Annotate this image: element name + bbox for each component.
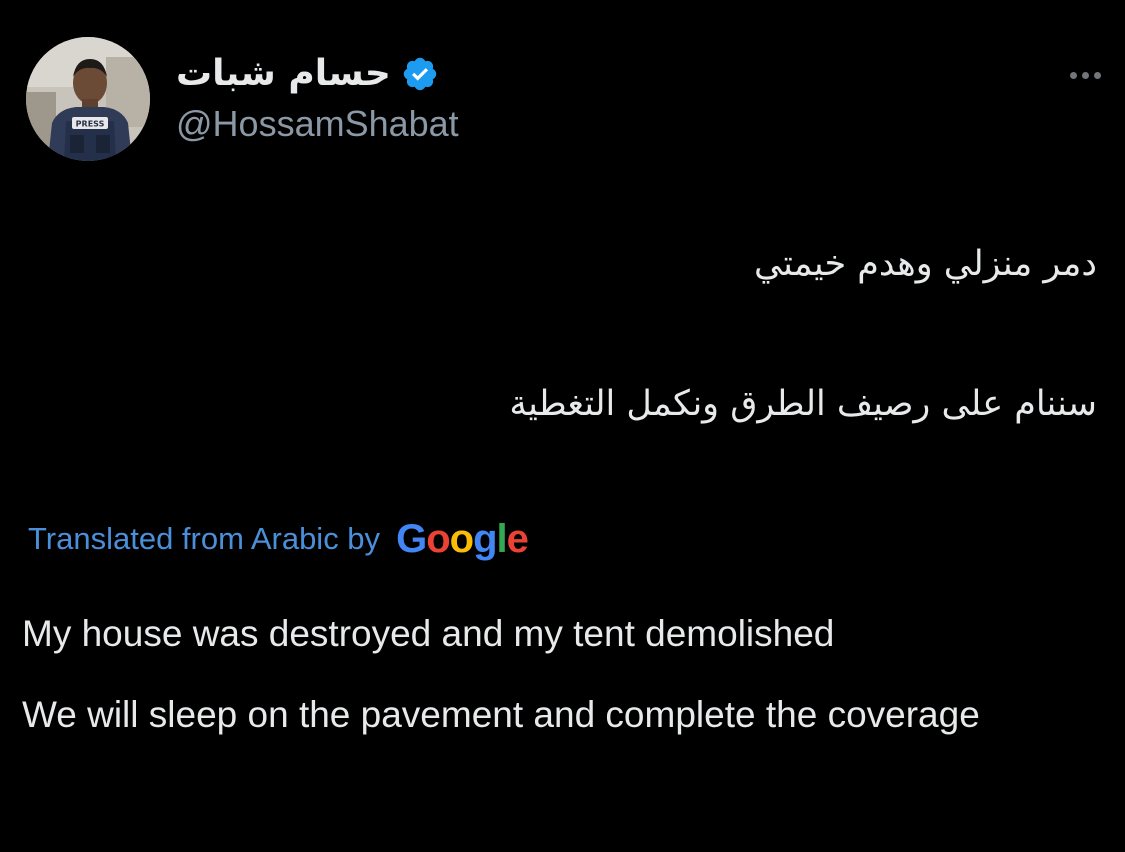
more-options-icon[interactable]	[1070, 62, 1120, 88]
translation-attribution[interactable]: Translated from Arabic by Google	[28, 514, 529, 564]
more-dot	[1082, 71, 1089, 79]
author-display-name[interactable]: حسام شبات	[176, 56, 391, 92]
translation-label[interactable]: Translated from Arabic by	[28, 521, 380, 557]
avatar-press-text: PRESS	[76, 120, 105, 129]
google-logo-letter: e	[506, 516, 529, 561]
more-dot	[1070, 71, 1077, 79]
tweet-original-line-2: سننام على رصيف الطرق ونكمل التغطية	[509, 384, 1097, 424]
google-logo-letter: G	[396, 516, 427, 561]
tweet-original-line-1: دمر منزلي وهدم خيمتي	[753, 244, 1097, 284]
verified-badge-icon	[401, 55, 439, 93]
google-logo-letter: o	[426, 516, 450, 561]
google-logo: Google	[396, 516, 529, 562]
tweet-header: PRESS حسام شبات @HossamShabat	[0, 0, 1125, 180]
more-dot	[1094, 71, 1101, 79]
tweet-translated-line-1: My house was destroyed and my tent demol…	[22, 613, 835, 654]
tweet-translated-line-2: We will sleep on the pavement and comple…	[22, 694, 980, 735]
google-logo-letter: g	[473, 516, 497, 561]
avatar-photo: PRESS	[26, 37, 150, 161]
author-name-row[interactable]: حسام شبات	[176, 48, 439, 100]
author-handle[interactable]: @HossamShabat	[176, 104, 459, 144]
google-logo-letter: o	[449, 516, 474, 561]
author-avatar[interactable]: PRESS	[26, 37, 150, 161]
google-logo-letter: l	[496, 516, 508, 561]
